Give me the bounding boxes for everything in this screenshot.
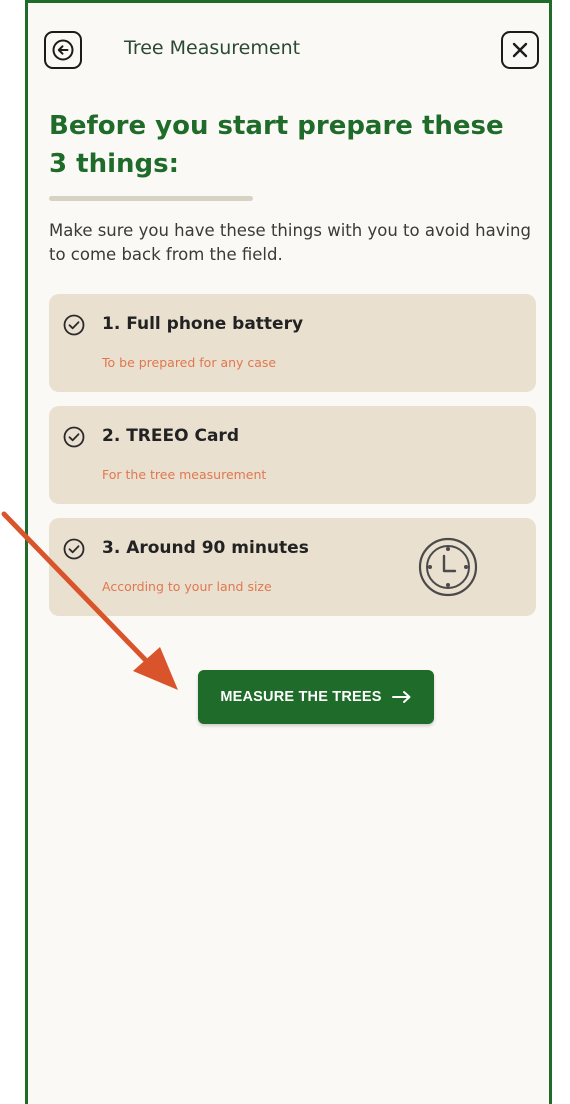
page-title: Tree Measurement bbox=[124, 37, 301, 59]
measure-trees-label: MEASURE THE TREES bbox=[220, 689, 382, 705]
checklist-item-battery: 1. Full phone battery To be prepared for… bbox=[49, 294, 536, 392]
back-button[interactable] bbox=[44, 31, 82, 69]
check-circle-icon bbox=[63, 314, 85, 336]
checklist-item-title: 3. Around 90 minutes bbox=[102, 538, 309, 558]
intro-text: Make sure you have these things with you… bbox=[49, 221, 531, 264]
checklist-item-card: 2. TREEO Card For the tree measurement bbox=[49, 406, 536, 504]
check-circle-icon bbox=[63, 538, 85, 560]
arrow-right-icon bbox=[391, 691, 411, 703]
heading-divider bbox=[49, 196, 253, 201]
top-bar: Tree Measurement bbox=[28, 3, 549, 99]
close-button[interactable] bbox=[501, 31, 539, 69]
section-heading: Before you start prepare these 3 things: bbox=[49, 111, 504, 179]
checklist-item-subtitle: According to your land size bbox=[102, 579, 272, 594]
arrow-left-icon bbox=[52, 39, 74, 61]
phone-screen: Tree Measurement Before you start prepar… bbox=[25, 0, 552, 1104]
checklist-item-subtitle: To be prepared for any case bbox=[102, 355, 277, 370]
checklist-item-subtitle: For the tree measurement bbox=[102, 467, 267, 482]
checklist-item-title: 1. Full phone battery bbox=[102, 314, 304, 334]
close-icon bbox=[512, 42, 528, 58]
clock-icon bbox=[418, 537, 478, 597]
measure-trees-button[interactable]: MEASURE THE TREES bbox=[198, 670, 434, 724]
checklist-item-title: 2. TREEO Card bbox=[102, 426, 239, 446]
check-circle-icon bbox=[63, 426, 85, 448]
checklist-item-time: 3. Around 90 minutes According to your l… bbox=[49, 518, 536, 616]
